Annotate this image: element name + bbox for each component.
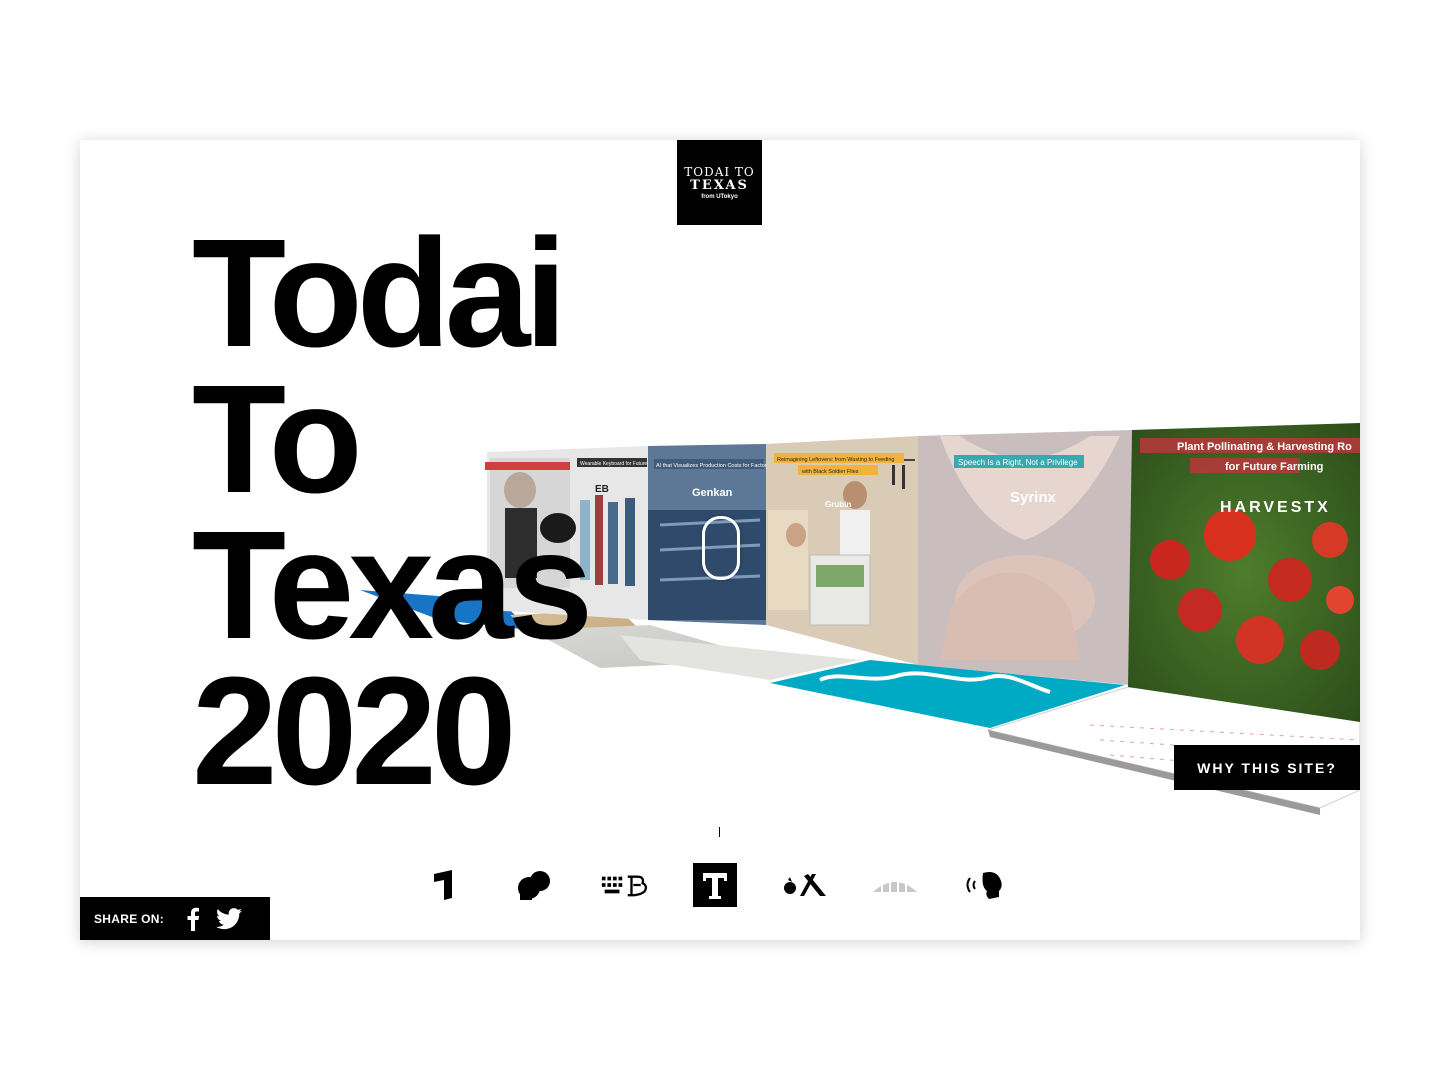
logo-line2: TEXAS — [690, 177, 749, 193]
panel4-caption: Speech Is a Right, Not a Privilege — [958, 458, 1078, 467]
hero-line-2: To — [192, 353, 363, 525]
keyboard-logo-icon[interactable] — [600, 860, 650, 910]
genkan-logo-icon[interactable] — [420, 860, 470, 910]
hero-line-3: Texas — [192, 499, 593, 671]
harvestx-logo-icon[interactable] — [780, 860, 830, 910]
t-logo-icon[interactable] — [690, 860, 740, 910]
panel5-brand: HARVESTX — [1220, 499, 1331, 516]
logo-line1: TODAI TO — [684, 164, 755, 179]
panel3-caption1: Reimagining Leftovers: from Wasting to F… — [777, 457, 895, 463]
startup-icon-nav — [420, 860, 1020, 910]
syrinx-voice-icon[interactable] — [960, 860, 1010, 910]
why-this-site-button[interactable]: WHY THIS SITE? — [1174, 745, 1360, 790]
grubin-logo-icon[interactable] — [870, 860, 920, 910]
share-label: SHARE ON: — [94, 911, 165, 926]
panel4-brand: Syrinx — [1010, 489, 1057, 506]
panel5-caption2: for Future Farming — [1225, 461, 1323, 473]
hero-line-1: Todai — [192, 207, 567, 379]
panel-grubin[interactable]: Reimagining Leftovers: from Wasting to F… — [766, 436, 918, 665]
facebook-icon[interactable] — [178, 904, 208, 934]
panel3-brand: Grubin — [825, 500, 851, 509]
panel-syrinx[interactable]: Speech Is a Right, Not a Privilege Syrin… — [918, 430, 1132, 685]
boxing-glove-icon[interactable] — [510, 860, 560, 910]
panel2-caption: AI that Visualizes Production Costs for … — [656, 463, 774, 469]
panel3-caption2: with Black Soldier Flies — [801, 469, 859, 475]
share-bar: SHARE ON: — [80, 897, 270, 940]
logo-tagline: from UTokyo — [701, 193, 738, 200]
panel-harvestx[interactable]: Plant Pollinating & Harvesting Ro for Fu… — [1128, 423, 1360, 722]
twitter-icon[interactable] — [214, 904, 244, 934]
panel5-caption1: Plant Pollinating & Harvesting Ro — [1177, 441, 1352, 453]
page-frame: Wearable Keyboard for Future Devices EB … — [80, 140, 1360, 940]
scroll-indicator[interactable] — [702, 516, 740, 580]
active-indicator-tick — [719, 827, 720, 837]
panel2-brand: Genkan — [692, 487, 733, 499]
hero-line-4: 2020 — [192, 645, 517, 817]
svg-text:EB: EB — [595, 484, 609, 495]
hero-title: Todai To Texas 2020 — [192, 207, 593, 817]
site-logo[interactable]: TODAI TO TEXAS from UTokyo — [677, 140, 762, 225]
